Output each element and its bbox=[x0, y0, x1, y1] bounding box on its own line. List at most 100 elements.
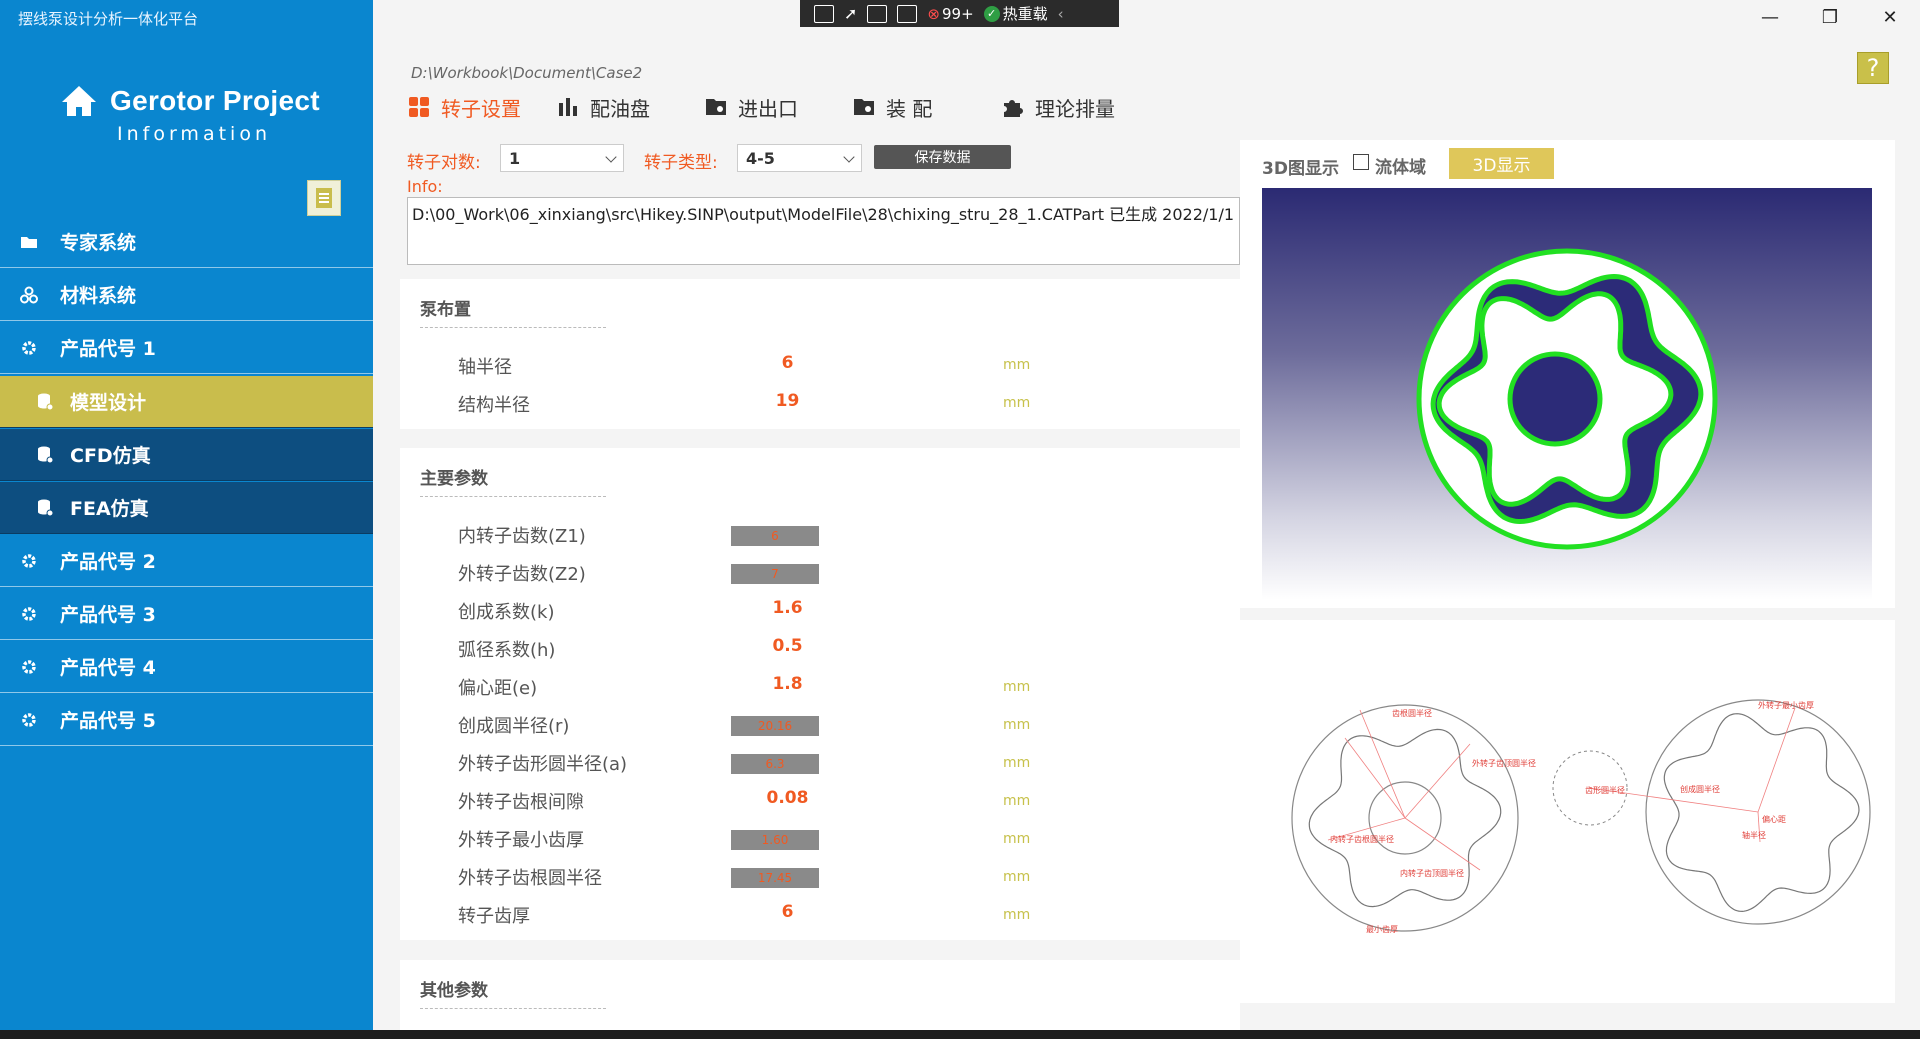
param-row: 内转子齿数(Z1) 6 bbox=[400, 518, 1240, 548]
issues-badge[interactable]: ⊗ 99+ bbox=[927, 5, 973, 23]
sidebar-item-expert-system[interactable]: 专家系统 bbox=[0, 216, 373, 268]
unit-label: mm bbox=[1003, 717, 1031, 733]
logo: Gerotor Project bbox=[60, 84, 320, 118]
sidebar-item-product-2[interactable]: 产品代号 2 bbox=[0, 535, 373, 587]
sidebar-item-label: 模型设计 bbox=[70, 392, 147, 414]
param-value[interactable]: 19 bbox=[715, 391, 860, 411]
sidebar-item-model-design[interactable]: 模型设计 bbox=[0, 376, 373, 428]
unit-label: mm bbox=[1003, 357, 1031, 373]
3d-viewport[interactable] bbox=[1262, 188, 1872, 600]
tab-theoretical-displacement[interactable]: 理论排量 bbox=[1001, 92, 1115, 122]
param-value[interactable]: 1.60 bbox=[731, 830, 819, 850]
badge-count: 99+ bbox=[941, 4, 974, 23]
divider bbox=[420, 496, 606, 497]
gear-icon bbox=[18, 337, 40, 359]
info-label: Info: bbox=[407, 177, 443, 196]
inspect-icon[interactable] bbox=[897, 4, 918, 23]
puzzle-icon bbox=[1004, 100, 1023, 117]
param-value[interactable]: 0.5 bbox=[715, 636, 860, 656]
minimize-button[interactable]: — bbox=[1740, 0, 1800, 34]
fluid-domain-checkbox[interactable] bbox=[1353, 154, 1369, 170]
param-name: 外转子齿根间隙 bbox=[458, 792, 584, 813]
other-params-card: 其他参数 bbox=[400, 960, 1240, 1030]
param-value[interactable]: 6 bbox=[715, 902, 860, 922]
diagram-label: 最小齿厚 bbox=[1366, 925, 1398, 934]
divider bbox=[420, 327, 606, 328]
sidebar-item-product-3[interactable]: 产品代号 3 bbox=[0, 588, 373, 640]
database-icon bbox=[34, 391, 56, 413]
outer-rotor-figure: 外转子最小齿厚 齿形圆半径 创成圆半径 偏心距 轴半径 bbox=[1552, 699, 1871, 925]
param-name: 外转子齿数(Z2) bbox=[458, 564, 586, 585]
inner-rotor-figure: 齿根圆半径 外转子齿顶圆半径 内转子齿根圆半径 内转子齿顶圆半径 最小齿厚 bbox=[1291, 704, 1536, 934]
logo-subtitle: Information bbox=[117, 123, 271, 145]
param-value[interactable]: 17.45 bbox=[731, 868, 819, 888]
view3d-panel: 3D图显示 流体域 3D显示 bbox=[1240, 140, 1895, 608]
tab-label: 装 配 bbox=[886, 96, 933, 121]
select-element-icon[interactable] bbox=[814, 4, 834, 23]
sidebar: 摆线泵设计分析一体化平台 Gerotor Project Information… bbox=[0, 0, 373, 1039]
sidebar-item-material-system[interactable]: 材料系统 bbox=[0, 269, 373, 321]
sidebar-item-label: 专家系统 bbox=[60, 232, 137, 254]
sidebar-item-fea-simulation[interactable]: FEA仿真 bbox=[0, 482, 373, 534]
param-value[interactable]: 7 bbox=[731, 564, 819, 584]
param-value[interactable]: 6 bbox=[731, 526, 819, 546]
card-title: 主要参数 bbox=[420, 469, 488, 489]
tab-label: 转子设置 bbox=[441, 96, 521, 121]
diagram-label: 齿根圆半径 bbox=[1392, 708, 1432, 718]
diagram-label: 内转子齿根圆半径 bbox=[1330, 834, 1394, 844]
unit-label: mm bbox=[1003, 679, 1031, 695]
diagram-label: 内转子齿顶圆半径 bbox=[1400, 868, 1464, 878]
param-name: 偏心距(e) bbox=[458, 678, 538, 699]
document-button[interactable] bbox=[307, 180, 341, 216]
param-value[interactable]: 1.6 bbox=[715, 598, 860, 618]
rotor-type-select[interactable]: 4-5 bbox=[737, 144, 862, 172]
sidebar-item-product-5[interactable]: 产品代号 5 bbox=[0, 694, 373, 746]
param-name: 外转子齿根圆半径 bbox=[458, 868, 602, 889]
sidebar-item-cfd-simulation[interactable]: CFD仿真 bbox=[0, 429, 373, 481]
rotor-pairs-select[interactable]: 1 bbox=[500, 144, 624, 172]
view3d-label: 3D图显示 bbox=[1262, 159, 1339, 179]
rotor-dimension-diagram: 齿根圆半径 外转子齿顶圆半径 内转子齿根圆半径 内转子齿顶圆半径 最小齿厚 外转… bbox=[1291, 699, 1871, 934]
param-value[interactable]: 20.16 bbox=[731, 716, 819, 736]
tab-assembly[interactable]: 装 配 bbox=[852, 92, 932, 122]
close-button[interactable]: ✕ bbox=[1860, 0, 1920, 34]
param-value[interactable]: 6.3 bbox=[731, 754, 819, 774]
param-row: 轴半径 6 bbox=[400, 349, 1240, 379]
maximize-button[interactable]: ❐ bbox=[1800, 0, 1860, 34]
save-button[interactable]: 保存数据 bbox=[874, 145, 1011, 169]
unit-label: mm bbox=[1003, 831, 1031, 847]
hot-reload-label: 热重载 bbox=[1002, 5, 1048, 23]
collapse-icon[interactable]: ‹ bbox=[1058, 5, 1064, 23]
cursor-icon[interactable]: ➚ bbox=[844, 4, 857, 23]
tab-inlet-outlet[interactable]: 进出口 bbox=[704, 92, 798, 122]
fluid-domain-label: 流体域 bbox=[1375, 158, 1426, 178]
sidebar-item-label: 材料系统 bbox=[60, 285, 137, 307]
unit-label: mm bbox=[1003, 907, 1031, 923]
file-path: D:\Workbook\Document\Case2 bbox=[411, 64, 643, 82]
tab-label: 配油盘 bbox=[590, 96, 650, 121]
param-row: 弧径系数(h) 0.5 bbox=[400, 632, 1240, 662]
param-value[interactable]: 0.08 bbox=[715, 788, 860, 808]
tab-oil-plate[interactable]: 配油盘 bbox=[556, 92, 650, 122]
gear-icon bbox=[18, 603, 40, 625]
card-title: 泵布置 bbox=[420, 300, 471, 320]
sidebar-item-label: 产品代号 5 bbox=[60, 710, 156, 732]
tab-rotor-settings[interactable]: 转子设置 bbox=[407, 92, 521, 122]
show-3d-button[interactable]: 3D显示 bbox=[1449, 148, 1554, 179]
param-row: 创成系数(k) 1.6 bbox=[400, 594, 1240, 624]
diagram-label: 创成圆半径 bbox=[1680, 784, 1720, 794]
param-row: 外转子齿根间隙 0.08 bbox=[400, 784, 1240, 814]
frame-icon[interactable] bbox=[867, 4, 888, 23]
rotor-pairs-value: 1 bbox=[509, 148, 521, 168]
param-value[interactable]: 1.8 bbox=[715, 674, 860, 694]
sidebar-item-product-4[interactable]: 产品代号 4 bbox=[0, 641, 373, 693]
sidebar-item-product-1[interactable]: 产品代号 1 bbox=[0, 322, 373, 374]
folder-settings-icon bbox=[854, 99, 874, 115]
help-button[interactable]: ? bbox=[1857, 52, 1889, 84]
hot-reload-toggle[interactable]: ✓ 热重载 bbox=[983, 3, 1048, 24]
info-textbox[interactable]: D:\00_Work\06_xinxiang\src\Hikey.SINP\ou… bbox=[407, 197, 1240, 265]
param-row: 外转子齿数(Z2) 7 bbox=[400, 556, 1240, 586]
unit-label: mm bbox=[1003, 869, 1031, 885]
tab-label: 理论排量 bbox=[1035, 96, 1115, 121]
param-value[interactable]: 6 bbox=[715, 353, 860, 373]
